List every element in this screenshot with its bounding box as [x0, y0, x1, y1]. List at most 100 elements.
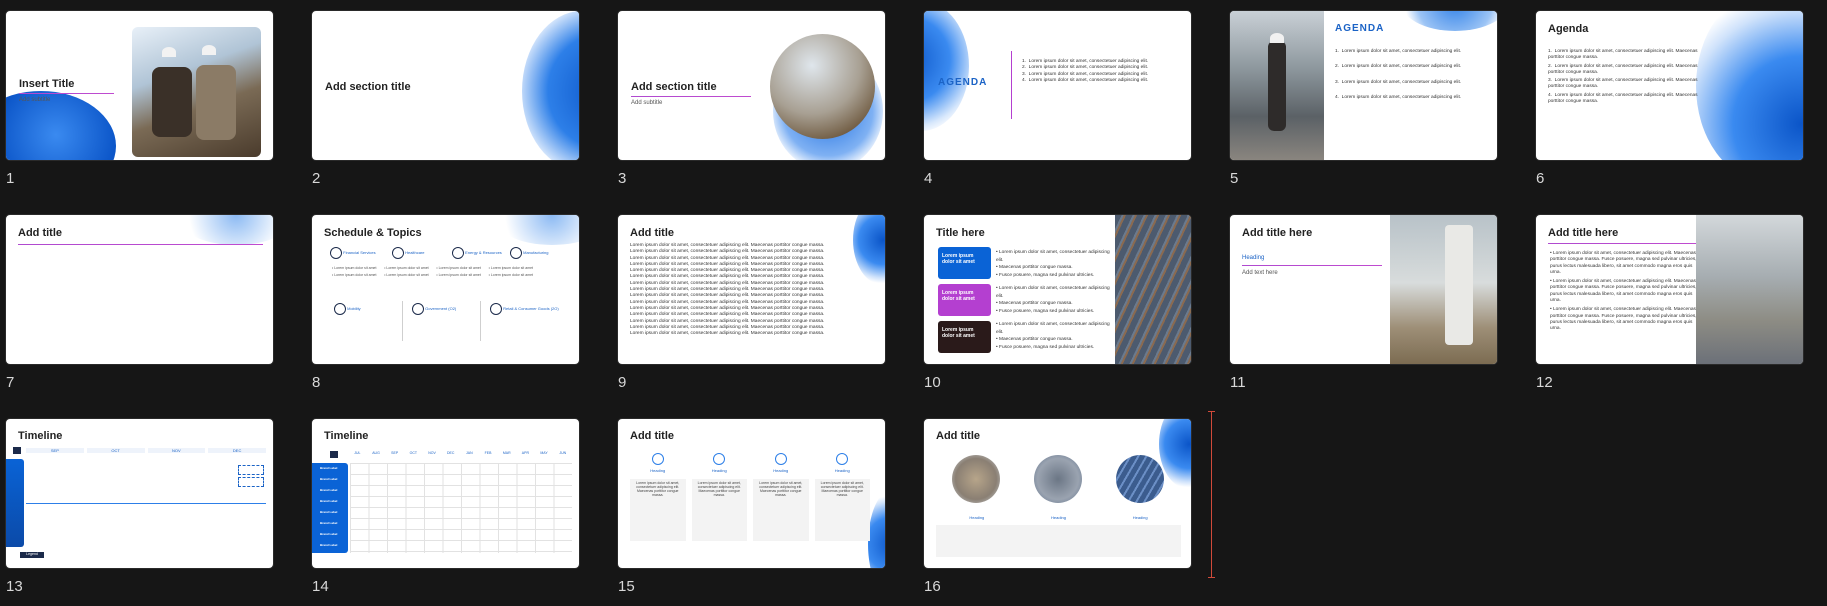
slide-thumbnail-12[interactable]: Add title here • Lorem ipsum dolor sit a…: [1535, 214, 1804, 365]
healthcare-icon: [392, 247, 404, 259]
slide-title: Add title here: [1548, 227, 1619, 239]
blue-wave-shape: [868, 489, 885, 568]
slide-number: 12: [1536, 374, 1553, 391]
agenda-item: 4. Lorem ipsum dolor sit amet, consectet…: [1022, 77, 1149, 83]
wind-turbine-photo: [770, 34, 875, 139]
slide-thumbnail-6[interactable]: Agenda 1. Lorem ipsum dolor sit amet, co…: [1535, 10, 1804, 161]
slide-thumbnail-5[interactable]: AGENDA 1. Lorem ipsum dolor sit amet, co…: [1229, 10, 1498, 161]
slide-number: 11: [1230, 374, 1246, 391]
topic: Mobility: [334, 303, 361, 315]
agenda-item: 3. Lorem ipsum dolor sit amet, consectet…: [1335, 79, 1462, 85]
topic: Manufacturing: [510, 247, 548, 259]
calendar-icon: [13, 447, 21, 454]
column: Heading Lorem ipsum dolor sit amet, cons…: [630, 453, 686, 541]
photo-circle: [1116, 455, 1164, 503]
slide-number: 6: [1536, 170, 1545, 187]
heading: Heading: [1242, 255, 1265, 261]
financial-icon: [330, 247, 342, 259]
slide-number: 10: [924, 374, 941, 391]
heading-underline: [1242, 265, 1382, 266]
title-underline: [18, 244, 263, 245]
slide-grid: Insert Title Add subtitle 1 Add section …: [0, 0, 1827, 606]
slide-thumbnail-8[interactable]: Schedule & Topics Financial Services Hea…: [311, 214, 580, 365]
callout-bullets: • Lorem ipsum dolor sit amet, consectetu…: [996, 250, 1110, 350]
slide-number: 13: [6, 578, 23, 595]
factory-icon: [510, 247, 522, 259]
column: Heading Lorem ipsum dolor sit amet, cons…: [691, 453, 747, 541]
agenda-item: 3. Lorem ipsum dolor sit amet, consectet…: [1548, 78, 1698, 90]
body-text: • Lorem ipsum dolor sit amet, consectetu…: [1550, 251, 1697, 332]
agenda-item: 4. Lorem ipsum dolor sit amet, consectet…: [1548, 92, 1698, 105]
slide-thumbnail-1[interactable]: Insert Title Add subtitle: [5, 10, 274, 161]
slide-thumbnail-10[interactable]: Title here Lorem ipsum dolor sit amet Lo…: [923, 214, 1192, 365]
month-header: JUL AUG SEP OCT NOV DEC JAN FEB MAR APR MAY JU…: [354, 451, 567, 455]
energy-icon: [452, 247, 464, 259]
body-text: Lorem ipsum dolor sit amet, consectetuer…: [630, 243, 825, 337]
slide-thumbnail-16[interactable]: Add title Heading Heading Heading: [923, 418, 1192, 569]
slide-thumbnail-7[interactable]: Add title: [5, 214, 274, 365]
slide-thumbnail-13[interactable]: Timeline SEP OCT NOV DEC Legend: [5, 418, 274, 569]
slide-thumbnail-4[interactable]: AGENDA 1. Lorem ipsum dolor sit amet, co…: [923, 10, 1192, 161]
title-underline: [19, 93, 114, 94]
columns: Heading Lorem ipsum dolor sit amet, cons…: [630, 453, 870, 541]
slide-thumbnail-9[interactable]: Add title Lorem ipsum dolor sit amet, co…: [617, 214, 886, 365]
slide-thumbnail-15[interactable]: Add title Heading Lorem ipsum dolor sit …: [617, 418, 886, 569]
agenda-item: 2. Lorem ipsum dolor sit amet, consectet…: [1548, 63, 1698, 75]
blue-wave-shape: [853, 215, 885, 285]
agenda-item: 2. Lorem ipsum dolor sit amet, consectet…: [1335, 64, 1462, 70]
timeline-axis: [26, 503, 266, 504]
blue-wave-shape: [1696, 11, 1803, 160]
slide-thumbnail-3[interactable]: Add section title Add subtitle: [617, 10, 886, 161]
topic: Energy & Resources: [452, 247, 502, 259]
circle-icon: [651, 453, 664, 465]
slide-number: 7: [6, 374, 15, 391]
turbine-technician-photo: [1390, 215, 1497, 364]
slide-thumbnail-14[interactable]: Timeline JUL AUG SEP OCT NOV DEC JAN FEB MAR…: [311, 418, 580, 569]
topic: Healthcare: [392, 247, 424, 259]
swimlane-label: [6, 459, 24, 547]
title-underline: [631, 96, 751, 97]
slide-title: Agenda: [1548, 23, 1589, 35]
photo-circle: [1034, 455, 1082, 503]
column: Heading Lorem ipsum dolor sit amet, cons…: [753, 453, 809, 541]
gantt-grid: [350, 463, 572, 553]
slide-title: Add title: [18, 227, 62, 239]
insertion-cursor: [1208, 411, 1215, 578]
slide-subtitle: Add subtitle: [19, 97, 51, 103]
blue-wave-shape: [492, 215, 579, 245]
engineers-photo: [132, 27, 261, 157]
topic: Financial Services: [330, 247, 376, 259]
month-header: SEP OCT NOV DEC: [26, 448, 266, 453]
slide-title: Title here: [936, 227, 985, 239]
circle-icon: [713, 453, 726, 465]
slide-thumbnail-11[interactable]: Add title here Heading Add text here: [1229, 214, 1498, 365]
photo-circle: [952, 455, 1000, 503]
agenda-item: 1. Lorem ipsum dolor sit amet, consectet…: [1548, 49, 1698, 61]
slide-number: 15: [618, 578, 635, 595]
slide-title: Timeline: [18, 430, 63, 442]
slide-title: Schedule & Topics: [324, 227, 422, 239]
slide-title: Add title here: [1242, 227, 1313, 239]
slide-number: 8: [312, 374, 321, 391]
slide-title: Timeline: [324, 430, 369, 442]
slide-number: 16: [924, 578, 941, 595]
slide-sorter-view: { "slides": [ {"number":"1","title":"Ins…: [0, 0, 1827, 606]
agenda-list: 1. Lorem ipsum dolor sit amet, consectet…: [1022, 59, 1182, 84]
slide-thumbnail-2[interactable]: Add section title: [311, 10, 580, 161]
slide-title: Add section title: [325, 81, 411, 93]
slide-subtitle: Add subtitle: [631, 100, 663, 106]
content-area: [936, 525, 1181, 557]
topic: Government (O2): [412, 303, 456, 315]
blue-wave-shape: [522, 11, 579, 160]
topic: Retail & Consumer Goods (2O): [490, 303, 559, 315]
slide-title: Add title: [936, 430, 980, 442]
body-text: Add text here: [1242, 270, 1278, 276]
column: Heading Lorem ipsum dolor sit amet, cons…: [814, 453, 870, 541]
slide-title: Insert Title: [19, 78, 75, 90]
slide-number: 9: [618, 374, 627, 391]
solar-field-photo: [1696, 215, 1803, 364]
slide-title: Add title: [630, 430, 674, 442]
title-underline: [1548, 243, 1698, 244]
slide-title: Add title: [630, 227, 674, 239]
slide-number: 3: [618, 170, 627, 187]
